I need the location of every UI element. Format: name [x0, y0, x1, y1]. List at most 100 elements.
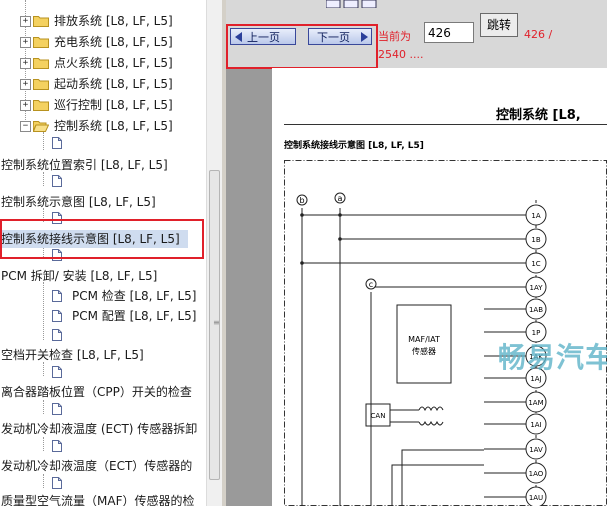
tree-item-charging[interactable]: + 充电系统 [L8, LF, L5] — [0, 33, 206, 51]
page-count-text: 426 / — [524, 28, 553, 41]
tree-line — [43, 474, 44, 488]
pin-label: 1AB — [529, 306, 543, 314]
current-page-label: 当前为 — [378, 30, 411, 43]
folder-icon — [33, 58, 49, 69]
document-icon — [52, 366, 62, 378]
tree-item-pcm-inspection[interactable]: PCM 检查 [L8, LF, L5] — [0, 287, 206, 305]
tree-item-label: PCM 检查 [L8, LF, L5] — [72, 289, 197, 303]
page-title: 控制系统 [L8, — [496, 108, 581, 123]
tree-item-label: 充电系统 [L8, LF, L5] — [54, 35, 173, 49]
bus-labels: b a c — [296, 192, 377, 290]
page-count-text-total: 2540 .... — [378, 48, 424, 61]
tree-item-label: 控制系统位置索引 [L8, LF, L5] — [1, 158, 168, 172]
connector-pin: 1AI — [484, 413, 547, 435]
document-icon — [52, 175, 62, 187]
page-number-input[interactable] — [424, 22, 474, 43]
highlight-box — [0, 219, 204, 259]
tree-item-exhaust[interactable]: + 排放系统 [L8, LF, L5] — [0, 12, 206, 30]
go-button[interactable]: 跳转 — [480, 13, 518, 37]
folder-icon — [33, 16, 49, 27]
tree-item-label: 空档开关检查 [L8, LF, L5] — [1, 348, 144, 362]
coil-lower — [418, 420, 444, 426]
tree-item-cpp-switch[interactable]: 离合器踏板位置（CPP）开关的检查 — [0, 383, 206, 401]
header-rule — [284, 124, 607, 125]
tree-item-label: 排放系统 [L8, LF, L5] — [54, 14, 173, 28]
tree-item-label: 离合器踏板位置（CPP）开关的检查 — [1, 385, 192, 399]
connector-pin: 1AU — [484, 486, 547, 506]
document-icon — [52, 440, 62, 452]
tree-line — [43, 362, 44, 376]
coil-upper — [418, 406, 444, 412]
folder-open-icon — [33, 121, 49, 132]
expand-icon[interactable]: + — [20, 58, 31, 69]
tree-line — [43, 400, 44, 414]
folder-icon — [33, 79, 49, 90]
tree-item-ignition[interactable]: + 点火系统 [L8, LF, L5] — [0, 54, 206, 72]
expand-icon[interactable]: + — [20, 16, 31, 27]
connector-pin: 1AO — [484, 462, 547, 484]
document-page: 控制系统 [L8, 控制系统接线示意图 [L8, LF, L5] 1A1B1 — [272, 68, 607, 506]
pin-label: 1AJ — [530, 375, 541, 383]
tree-item-label: 巡行控制 [L8, LF, L5] — [54, 98, 173, 112]
tree-item-label: 控制系统示意图 [L8, LF, L5] — [1, 195, 156, 209]
expand-icon[interactable]: + — [20, 79, 31, 90]
folder-icon — [33, 37, 49, 48]
tree-item-ect-removal[interactable]: 发动机冷却液温度 (ECT) 传感器拆卸 — [0, 420, 206, 438]
document-icon — [52, 403, 62, 415]
grip-icon: ≡ — [213, 318, 220, 327]
tree-item-label: 点火系统 [L8, LF, L5] — [54, 56, 173, 70]
pin-label: 1A — [531, 212, 540, 220]
tree-item-location-index[interactable]: 控制系统位置索引 [L8, LF, L5] — [0, 156, 206, 174]
tree-item-pcm-configuration[interactable]: PCM 配置 [L8, LF, L5] — [0, 307, 206, 325]
expand-icon[interactable]: + — [20, 100, 31, 111]
scrollbar-thumb[interactable]: ≡ — [209, 170, 220, 480]
pin-label: 1AM — [528, 399, 543, 407]
tree-item-label: 发动机冷却液温度 (ECT) 传感器拆卸 — [1, 422, 198, 436]
tree-item-starting[interactable]: + 起动系统 [L8, LF, L5] — [0, 75, 206, 93]
junction-dot — [338, 237, 342, 241]
connector-pin: 1AM — [484, 391, 547, 413]
watermark: 畅易汽车维 — [498, 341, 607, 374]
junction-dot — [300, 213, 304, 217]
bus-label: a — [338, 194, 343, 203]
tree-panel: + 排放系统 [L8, LF, L5] + 充电系统 [L8, LF, L5] … — [0, 0, 206, 506]
expand-icon[interactable]: + — [20, 37, 31, 48]
document-icon — [52, 477, 62, 489]
tree-item-maf-inspection[interactable]: 质量型空气流量（MAF）传感器的检 — [0, 492, 206, 506]
tree-item-label: 质量型空气流量（MAF）传感器的检 — [1, 494, 195, 506]
pin-label: 1B — [531, 236, 540, 244]
folder-icon — [33, 100, 49, 111]
connector-pin: 1C — [302, 252, 547, 274]
tree-item-label: 发动机冷却液温度（ECT）传感器的 — [1, 459, 193, 473]
connector-pin: 1AV — [484, 438, 547, 460]
tree-item-control-system[interactable]: − 控制系统 [L8, LF, L5] — [0, 117, 206, 135]
tree-item-cruise[interactable]: + 巡行控制 [L8, LF, L5] — [0, 96, 206, 114]
pin-label: 1AU — [529, 494, 543, 502]
wire — [391, 464, 484, 506]
document-icon — [52, 290, 62, 302]
tree-item-ect-inspection[interactable]: 发动机冷却液温度（ECT）传感器的 — [0, 457, 206, 475]
maf-sensor-box — [396, 304, 452, 384]
tree-item-neutral-switch[interactable]: 空档开关检查 [L8, LF, L5] — [0, 346, 206, 364]
collapse-icon[interactable]: − — [20, 121, 31, 132]
diagram-frame — [284, 160, 607, 506]
pin-label: 1C — [531, 260, 540, 268]
can-label: CAN — [371, 412, 386, 420]
pin-label: 1AV — [529, 446, 543, 454]
wire — [401, 449, 484, 506]
pin-label: 1AO — [529, 470, 544, 478]
tree-item-system-diagram[interactable]: 控制系统示意图 [L8, LF, L5] — [0, 193, 206, 211]
maf-label-line2: 传感器 — [412, 346, 436, 356]
tree-item-label: PCM 拆卸/ 安装 [L8, LF, L5] — [1, 269, 158, 283]
connector-pin: 1AB — [484, 298, 547, 320]
document-icon — [52, 329, 62, 341]
tree-item-pcm-removal[interactable]: PCM 拆卸/ 安装 [L8, LF, L5] — [0, 267, 206, 285]
junction-dot — [338, 213, 342, 217]
document-icon — [52, 137, 62, 149]
tree-scrollbar[interactable]: ≡ — [206, 0, 222, 506]
bus-label: c — [369, 280, 373, 289]
tree-item-label: 控制系统 [L8, LF, L5] — [54, 119, 173, 133]
tree-item-label: PCM 配置 [L8, LF, L5] — [72, 309, 197, 323]
viewer-toolbar: 上一页 下一页 当前为 跳转 426 / 2540 .... — [226, 0, 607, 69]
bus-label: b — [299, 196, 304, 205]
